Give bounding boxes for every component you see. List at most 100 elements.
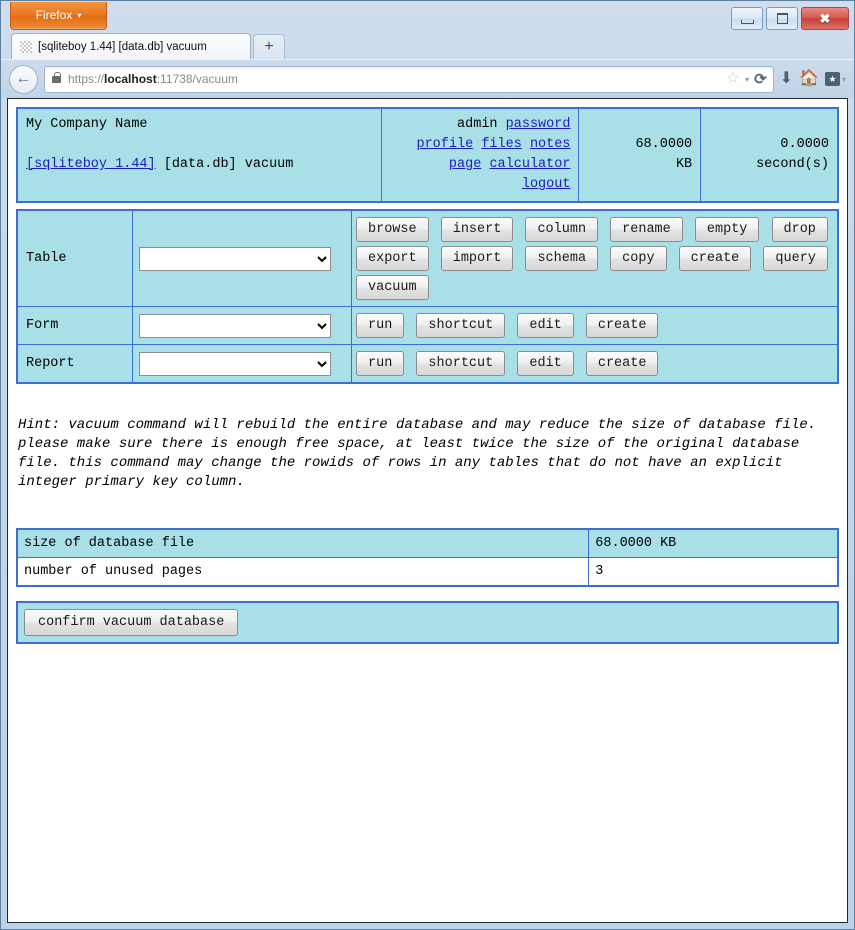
url-text: https://localhost:11738/vacuum bbox=[68, 72, 726, 86]
chevron-down-icon: ▾ bbox=[841, 74, 846, 84]
report-shortcut-button[interactable]: shortcut bbox=[416, 351, 506, 376]
table-vacuum-button[interactable]: vacuum bbox=[356, 275, 429, 300]
info-key: number of unused pages bbox=[16, 557, 590, 587]
table-insert-button[interactable]: insert bbox=[440, 217, 514, 242]
database-name: [data.db] bbox=[163, 157, 237, 172]
downloads-icon[interactable]: ⬇ bbox=[780, 71, 793, 87]
favicon-icon bbox=[20, 40, 32, 53]
table-row: size of database file 68.0000 KB bbox=[16, 528, 839, 558]
table-query-button[interactable]: query bbox=[763, 246, 828, 271]
toolbar-row-select-cell bbox=[132, 344, 352, 384]
app-identity-cell: My Company Name [sqliteboy 1.44] [data.d… bbox=[16, 107, 383, 203]
firefox-menu-button[interactable]: Firefox ▾ bbox=[10, 2, 107, 30]
menu-item-calculator[interactable]: calculator bbox=[489, 157, 570, 172]
elapsed-time-cell: 0.0000 second(s) bbox=[700, 107, 839, 203]
new-tab-button[interactable]: + bbox=[253, 34, 285, 59]
menu-item-profile[interactable]: profile bbox=[416, 137, 473, 152]
menu-row-2: profile files notes bbox=[390, 135, 570, 155]
app-header: My Company Name [sqliteboy 1.44] [data.d… bbox=[16, 107, 839, 203]
lock-icon bbox=[52, 71, 61, 83]
form-run-button[interactable]: run bbox=[356, 313, 405, 338]
form-create-button[interactable]: create bbox=[585, 313, 659, 338]
header-spacer bbox=[26, 135, 373, 155]
menu-item-logout[interactable]: logout bbox=[522, 177, 571, 192]
confirm-vacuum-button[interactable]: confirm vacuum database bbox=[24, 609, 239, 636]
table-rename-button[interactable]: rename bbox=[610, 217, 683, 242]
breadcrumb: [sqliteboy 1.44] [data.db] vacuum bbox=[26, 155, 373, 175]
table-import-button[interactable]: import bbox=[440, 246, 514, 271]
menu-row-4: logout bbox=[390, 175, 571, 195]
sqliteboy-page: My Company Name [sqliteboy 1.44] [data.d… bbox=[8, 99, 847, 644]
toolbar-row-select-cell bbox=[132, 209, 352, 307]
info-value: 3 bbox=[588, 557, 839, 587]
report-run-button[interactable]: run bbox=[356, 351, 405, 376]
tab-title: [sqliteboy 1.44] [data.db] vacuum bbox=[38, 40, 207, 53]
table-drop-button[interactable]: drop bbox=[771, 217, 828, 242]
minimize-button[interactable] bbox=[731, 7, 763, 30]
bookmark-star-icon: ★ bbox=[824, 72, 840, 86]
firefox-menu-label: Firefox bbox=[35, 8, 73, 22]
page-title: vacuum bbox=[244, 157, 294, 172]
menu-item-page[interactable]: page bbox=[449, 157, 481, 172]
report-edit-button[interactable]: edit bbox=[517, 351, 574, 376]
menu-item-password[interactable]: password bbox=[506, 117, 571, 132]
home-icon[interactable]: 🏠 bbox=[799, 71, 819, 87]
menu-item-notes[interactable]: notes bbox=[530, 137, 571, 152]
table-export-button[interactable]: export bbox=[356, 246, 429, 271]
back-arrow-icon: ← bbox=[15, 70, 32, 87]
table-empty-button[interactable]: empty bbox=[694, 217, 760, 242]
menu-item-files[interactable]: files bbox=[481, 137, 522, 152]
report-select[interactable] bbox=[139, 351, 331, 376]
close-button[interactable]: ✖ bbox=[801, 7, 849, 30]
tab-sqliteboy-vacuum[interactable]: [sqliteboy 1.44] [data.db] vacuum bbox=[11, 33, 251, 59]
report-create-button[interactable]: create bbox=[585, 351, 659, 376]
info-key: size of database file bbox=[16, 528, 590, 558]
title-bar: Firefox ▾ ✖ bbox=[1, 1, 854, 31]
menu-row-1: admin password bbox=[390, 115, 570, 135]
table-select[interactable] bbox=[139, 246, 331, 271]
form-select[interactable] bbox=[139, 313, 331, 338]
elapsed-unit: second(s) bbox=[756, 157, 829, 172]
chevron-down-icon[interactable]: ▾ bbox=[745, 75, 749, 84]
form-buttons-cell: run shortcut edit create bbox=[351, 306, 839, 345]
db-size-value: 68.0000 bbox=[635, 137, 693, 152]
vacuum-info-table: size of database file 68.0000 KB number … bbox=[16, 528, 839, 587]
table-row: number of unused pages 3 bbox=[16, 557, 839, 587]
url-bar[interactable]: https://localhost:11738/vacuum ☆ ▾ ⟳ bbox=[44, 65, 774, 93]
bookmarks-button[interactable]: ★ ▾ bbox=[824, 72, 846, 86]
sqliteboy-version-link[interactable]: [sqliteboy 1.44] bbox=[26, 157, 156, 172]
confirm-bar: confirm vacuum database bbox=[16, 601, 839, 644]
table-copy-button[interactable]: copy bbox=[610, 246, 667, 271]
elapsed-spacer bbox=[709, 115, 829, 135]
object-toolbar: Table browse insert column rename empty … bbox=[16, 209, 839, 384]
bookmark-star-icon[interactable]: ☆ bbox=[726, 71, 740, 87]
maximize-icon bbox=[776, 13, 788, 24]
table-schema-button[interactable]: schema bbox=[525, 246, 599, 271]
table-create-button[interactable]: create bbox=[678, 246, 752, 271]
back-button[interactable]: ← bbox=[9, 64, 38, 94]
chevron-down-icon: ▾ bbox=[77, 11, 82, 20]
toolbar-row-label: Table bbox=[16, 209, 133, 307]
navigation-toolbar: ← https://localhost:11738/vacuum ☆ ▾ ⟳ ⬇… bbox=[1, 59, 854, 98]
tab-strip: [sqliteboy 1.44] [data.db] vacuum + bbox=[1, 31, 854, 59]
db-size-unit: KB bbox=[675, 157, 693, 172]
report-buttons-cell: run shortcut edit create bbox=[351, 344, 839, 384]
table-column-button[interactable]: column bbox=[525, 217, 599, 242]
toolbar-row-label: Form bbox=[16, 306, 133, 345]
toolbar-row-form: Form run shortcut edit create bbox=[16, 306, 839, 345]
form-shortcut-button[interactable]: shortcut bbox=[416, 313, 506, 338]
menu-row-3: page calculator bbox=[390, 155, 571, 175]
toolbar-row-select-cell bbox=[132, 306, 352, 345]
close-icon: ✖ bbox=[819, 11, 831, 26]
minimize-icon bbox=[740, 19, 754, 24]
table-browse-button[interactable]: browse bbox=[356, 217, 429, 242]
form-edit-button[interactable]: edit bbox=[517, 313, 574, 338]
toolbar-row-table: Table browse insert column rename empty … bbox=[16, 209, 839, 307]
db-size-spacer bbox=[587, 115, 692, 135]
page-viewport: My Company Name [sqliteboy 1.44] [data.d… bbox=[7, 98, 848, 923]
maximize-button[interactable] bbox=[766, 7, 798, 30]
toolbar-row-report: Report run shortcut edit create bbox=[16, 344, 839, 384]
elapsed-value: 0.0000 bbox=[780, 137, 829, 152]
table-buttons-cell: browse insert column rename empty drop e… bbox=[351, 209, 839, 307]
reload-icon[interactable]: ⟳ bbox=[754, 72, 767, 87]
